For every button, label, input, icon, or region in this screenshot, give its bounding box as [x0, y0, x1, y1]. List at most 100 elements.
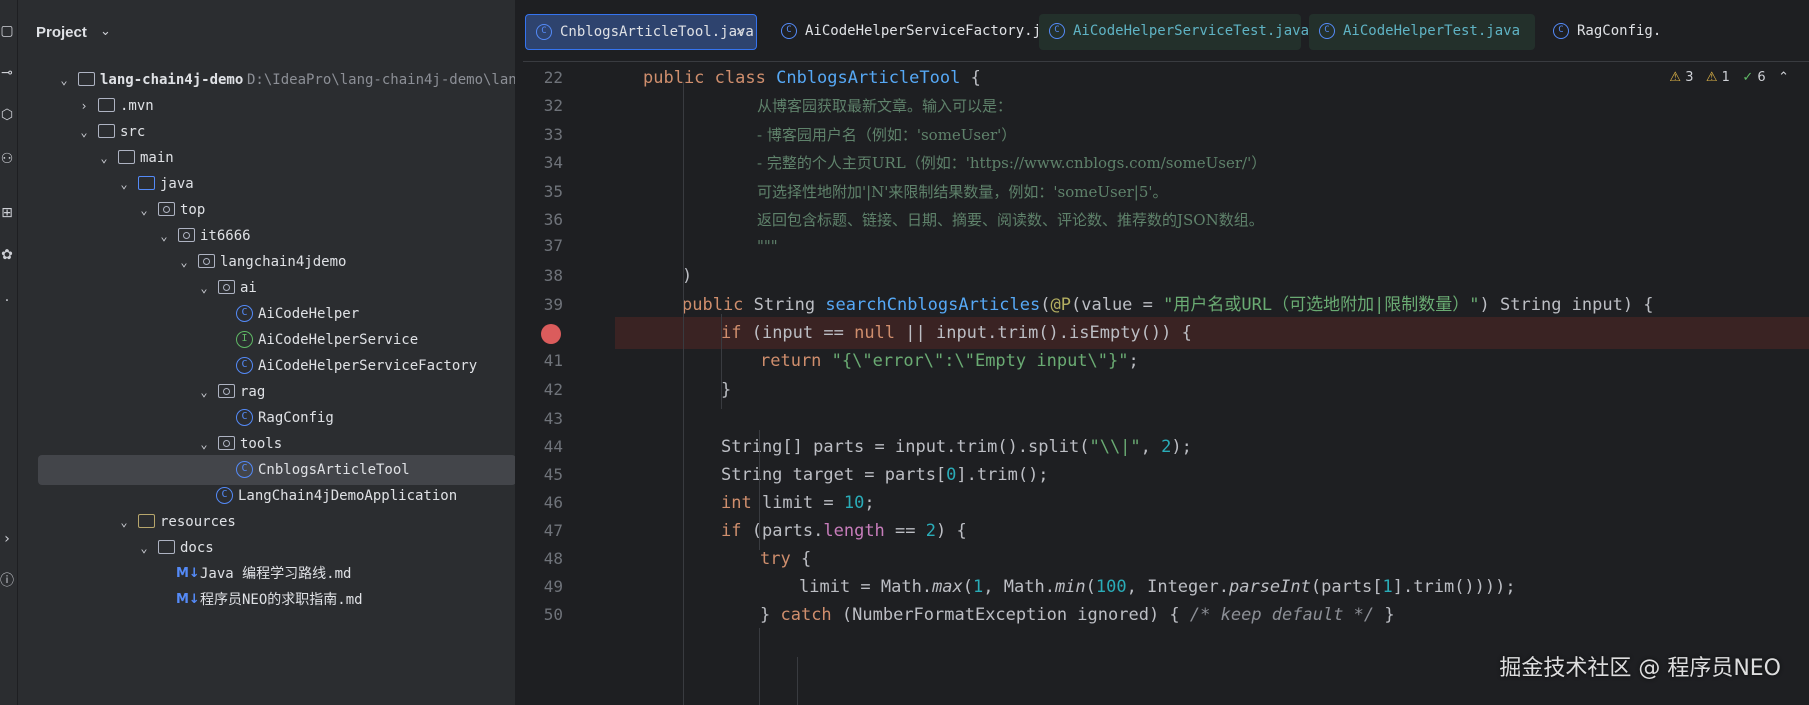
code-line-text: int limit = 10; — [721, 493, 875, 513]
line-number: 47 — [543, 521, 563, 540]
line-number: 34 — [543, 153, 563, 172]
java-class-icon: C — [536, 24, 552, 40]
line-number: 50 — [543, 605, 563, 624]
code-line-text: } — [721, 380, 732, 400]
java-class-icon: C — [1319, 23, 1335, 39]
package-icon — [198, 254, 215, 268]
structure-tool-icon[interactable]: ⬡ — [0, 104, 14, 126]
package-icon — [218, 436, 235, 450]
code-line-text: public String searchCnblogsArticles(@P(v… — [682, 295, 1654, 315]
package-icon — [218, 280, 235, 294]
code-line-text: """ — [757, 237, 778, 255]
java-class-icon: C — [1049, 23, 1065, 39]
code-line-text: try { — [760, 549, 812, 569]
line-number: 22 — [543, 68, 563, 87]
line-number: 38 — [543, 266, 563, 285]
line-number: 48 — [543, 549, 563, 568]
code-line-text: 可选择性地附加'|N'来限制结果数量，例如：'someUser|5'。 — [757, 183, 1168, 201]
line-number: 43 — [543, 409, 563, 428]
markdown-icon: M↓ — [176, 592, 200, 607]
problems-tool-icon[interactable]: ⓘ — [0, 570, 14, 592]
tool-window-strip: ▢ ⊸ ⬡ ⚇ ⊞ ✿ · › ⓘ — [0, 0, 18, 705]
code-line[interactable]: } — [615, 374, 731, 406]
interface-icon: I — [236, 331, 253, 348]
code-editor: C CnblogsArticleTool.java × C AiCodeHelperSe… — [523, 0, 1809, 705]
watermark: 掘金技术社区 @ 程序员NEO — [1499, 656, 1781, 681]
editor-tab[interactable]: C CnblogsArticleTool.java × — [525, 14, 757, 50]
ai-tool-icon[interactable]: ✿ — [0, 244, 14, 266]
line-number: 35 — [543, 182, 563, 201]
project-panel: Project ⌄ ⌄ lang-chain4j-demo D:\IdeaPro\l… — [18, 0, 542, 705]
class-icon: C — [216, 487, 233, 504]
line-number: 39 — [543, 295, 563, 314]
code-line[interactable]: """ — [615, 230, 778, 262]
editor-tab-bar: C CnblogsArticleTool.java × C AiCodeHelperSe… — [523, 0, 1809, 62]
plugins-tool-icon[interactable]: ⊞ — [0, 202, 14, 224]
indent-guide — [759, 628, 760, 705]
indent-guide — [721, 314, 722, 409]
java-class-icon: C — [781, 23, 797, 39]
code-line-text: String target = parts[0].trim(); — [721, 465, 1049, 485]
editor-tab[interactable]: C RagConfig. — [1543, 14, 1809, 50]
breakpoint-icon[interactable] — [541, 324, 561, 344]
line-number: 45 — [543, 465, 563, 484]
code-line-text: String[] parts = input.trim().split("\\|… — [721, 437, 1192, 457]
project-panel-header: Project ⌄ — [18, 0, 515, 68]
code-line[interactable]: - 完整的个人主页URL（例如：'https://www.cnblogs.com… — [615, 147, 1266, 179]
code-line[interactable]: return "{\"error\":\"Empty input\"}"; — [615, 345, 1139, 377]
panel-divider[interactable] — [515, 0, 523, 705]
code-line-text: public class CnblogsArticleTool { — [643, 68, 981, 88]
terminal-tool-icon[interactable]: › — [0, 528, 14, 550]
class-icon: C — [236, 357, 253, 374]
project-tool-icon[interactable]: ▢ — [0, 20, 14, 42]
code-line-text: if (parts.length == 2) { — [721, 521, 967, 541]
line-number: 37 — [543, 236, 563, 255]
package-icon — [158, 202, 175, 216]
code-area[interactable]: public class CnblogsArticleTool { 从博客园获取最… — [615, 62, 1809, 705]
line-number: 44 — [543, 437, 563, 456]
code-line[interactable]: ) — [615, 260, 692, 292]
line-number: 33 — [543, 125, 563, 144]
line-number-gutter[interactable]: 2232333435363738394041424344454647484950 — [523, 62, 613, 705]
code-line-text: limit = Math.max(1, Math.min(100, Intege… — [799, 577, 1516, 597]
code-line-text: - 博客园用户名（例如：'someUser'） — [757, 126, 1017, 144]
code-line-text: if (input == null || input.trim().isEmpt… — [721, 323, 1192, 343]
editor-tab-label: AiCodeHelperTest.java — [1343, 23, 1521, 39]
commit-tool-icon[interactable]: ⊸ — [0, 62, 14, 84]
code-line-text: 返回包含标题、链接、日期、摘要、阅读数、评论数、推荐数的JSON数组。 — [757, 211, 1264, 229]
editor-tab[interactable]: C AiCodeHelperServiceFactory.java — [771, 14, 1066, 50]
folder-icon — [98, 124, 115, 138]
chevron-down-icon[interactable]: ⌄ — [100, 24, 111, 39]
class-icon: C — [236, 461, 253, 478]
package-icon — [178, 228, 195, 242]
tree-item[interactable]: M↓ 程序员NEO的求职指南.md — [18, 585, 498, 615]
more-tools-icon[interactable]: · — [0, 290, 14, 312]
indent-guide — [797, 657, 798, 705]
close-icon[interactable]: × — [736, 15, 744, 49]
project-panel-title[interactable]: Project — [36, 24, 87, 41]
folder-icon — [118, 150, 135, 164]
line-number: 42 — [543, 380, 563, 399]
folder-icon — [98, 98, 115, 112]
code-line-text: 从博客园获取最新文章。输入可以是： — [757, 97, 1013, 115]
code-line-text: ) — [682, 266, 693, 286]
class-icon: C — [236, 305, 253, 322]
folder-icon — [158, 540, 175, 554]
services-tool-icon[interactable]: ⚇ — [0, 148, 14, 170]
editor-tab[interactable]: C AiCodeHelperServiceTest.java — [1039, 14, 1309, 50]
line-number: 49 — [543, 577, 563, 596]
tree-item-label: 程序员NEO的求职指南.md — [200, 592, 363, 608]
editor-tab-label: AiCodeHelperServiceFactory.java — [805, 23, 1067, 39]
indent-guide — [683, 82, 684, 705]
package-icon — [218, 384, 235, 398]
editor-tab[interactable]: C AiCodeHelperTest.java — [1309, 14, 1535, 50]
resources-folder-icon — [138, 514, 155, 528]
code-line[interactable]: 从博客园获取最新文章。输入可以是： — [615, 90, 1012, 122]
module-icon — [78, 72, 95, 86]
indent-guide — [759, 430, 760, 550]
line-number: 32 — [543, 96, 563, 115]
code-line-text: return "{\"error\":\"Empty input\"}"; — [760, 351, 1139, 371]
code-line[interactable]: } catch (NumberFormatException ignored) … — [615, 599, 1395, 631]
code-line-text: - 完整的个人主页URL（例如：'https://www.cnblogs.com… — [757, 154, 1267, 172]
